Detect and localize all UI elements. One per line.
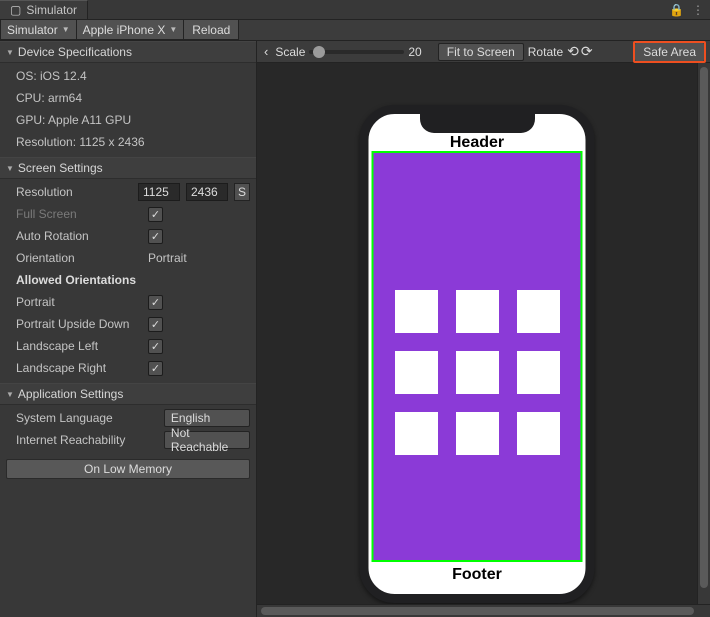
- scrollbar-thumb[interactable]: [261, 607, 694, 615]
- scale-value: 20: [408, 45, 421, 59]
- landscape-left-label: Landscape Left: [16, 339, 148, 353]
- landscape-right-checkbox[interactable]: ✓: [148, 361, 163, 376]
- scrollbar-thumb[interactable]: [700, 67, 708, 588]
- grid-cell: [517, 351, 560, 394]
- internet-reachability-value: Not Reachable: [171, 426, 243, 454]
- sidebar: ▼ Device Specifications OS: iOS 12.4 CPU…: [0, 41, 257, 617]
- section-title: Device Specifications: [18, 45, 132, 59]
- preview-canvas[interactable]: Header: [257, 63, 697, 604]
- spec-resolution: Resolution: 1125 x 2436: [16, 135, 145, 149]
- mode-dropdown[interactable]: Simulator ▼: [0, 20, 77, 40]
- auto-rotation-checkbox[interactable]: ✓: [148, 229, 163, 244]
- portrait-upside-down-label: Portrait Upside Down: [16, 317, 148, 331]
- grid-cell: [456, 290, 499, 333]
- foldout-icon: ▼: [6, 164, 14, 173]
- scale-label: Scale: [275, 45, 305, 59]
- safe-area-button[interactable]: Safe Area: [635, 43, 704, 61]
- reload-label: Reload: [192, 23, 230, 37]
- more-icon[interactable]: ⋮: [692, 3, 704, 17]
- portrait-upside-down-checkbox[interactable]: ✓: [148, 317, 163, 332]
- chevron-down-icon: ▼: [169, 25, 177, 34]
- section-device-specs[interactable]: ▼ Device Specifications: [0, 41, 256, 63]
- resolution-height-input[interactable]: [186, 183, 228, 201]
- resolution-width-input[interactable]: [138, 183, 180, 201]
- resolution-set-button[interactable]: S: [234, 183, 250, 201]
- foldout-icon: ▼: [6, 390, 14, 399]
- resolution-label: Resolution: [16, 185, 138, 199]
- foldout-icon: ▼: [6, 48, 14, 57]
- titlebar: ▢ Simulator 🔒 ⋮: [0, 0, 710, 20]
- landscape-left-checkbox[interactable]: ✓: [148, 339, 163, 354]
- section-screen-settings[interactable]: ▼ Screen Settings: [0, 157, 256, 179]
- system-language-dropdown[interactable]: English: [164, 409, 250, 427]
- app-icon-grid: [395, 290, 560, 455]
- safe-area-rect: [372, 151, 583, 562]
- chevron-down-icon: ▼: [62, 25, 70, 34]
- portrait-label: Portrait: [16, 295, 148, 309]
- full-screen-checkbox[interactable]: ✓: [148, 207, 163, 222]
- scale-slider[interactable]: [309, 43, 404, 61]
- spec-cpu: CPU: arm64: [16, 91, 82, 105]
- device-notch: [420, 113, 535, 133]
- on-low-memory-button[interactable]: On Low Memory: [6, 459, 250, 479]
- grid-cell: [395, 412, 438, 455]
- slider-thumb[interactable]: [313, 46, 325, 58]
- system-language-value: English: [171, 411, 210, 425]
- app-footer: Footer: [369, 566, 586, 584]
- scrollbar-horizontal[interactable]: [257, 604, 710, 617]
- internet-reachability-label: Internet Reachability: [16, 433, 164, 447]
- section-title: Screen Settings: [18, 161, 103, 175]
- fit-to-screen-label: Fit to Screen: [447, 45, 515, 59]
- orientation-value: Portrait: [148, 251, 187, 265]
- rotate-ccw-icon[interactable]: ⟲: [567, 43, 579, 60]
- scrollbar-vertical[interactable]: [697, 63, 710, 604]
- portrait-checkbox[interactable]: ✓: [148, 295, 163, 310]
- toolbar: Simulator ▼ Apple iPhone X ▼ Reload: [0, 20, 710, 41]
- grid-cell: [395, 351, 438, 394]
- app-header: Header: [369, 134, 586, 152]
- device-label: Apple iPhone X: [83, 23, 166, 37]
- preview-panel: ‹ Scale 20 Fit to Screen Rotate ⟲ ⟳: [257, 41, 710, 617]
- allowed-orientations-label: Allowed Orientations: [16, 273, 148, 287]
- device-frame: Header: [360, 105, 595, 603]
- grid-cell: [517, 290, 560, 333]
- landscape-right-label: Landscape Right: [16, 361, 148, 375]
- fit-to-screen-button[interactable]: Fit to Screen: [438, 43, 524, 61]
- device-dropdown[interactable]: Apple iPhone X ▼: [77, 20, 185, 40]
- grid-cell: [456, 412, 499, 455]
- safe-area-highlight: Safe Area: [633, 41, 706, 63]
- internet-reachability-dropdown[interactable]: Not Reachable: [164, 431, 250, 449]
- tab-title: Simulator: [26, 3, 77, 17]
- section-title: Application Settings: [18, 387, 123, 401]
- rotate-cw-icon[interactable]: ⟳: [581, 43, 593, 60]
- orientation-label: Orientation: [16, 251, 148, 265]
- grid-cell: [517, 412, 560, 455]
- lock-icon[interactable]: 🔒: [669, 3, 684, 17]
- safe-area-label: Safe Area: [643, 45, 696, 59]
- reload-button[interactable]: Reload: [184, 20, 239, 40]
- back-icon[interactable]: ‹: [261, 44, 271, 59]
- window-tab[interactable]: ▢ Simulator: [0, 0, 88, 19]
- rotate-label: Rotate: [528, 45, 563, 59]
- spec-gpu: GPU: Apple A11 GPU: [16, 113, 131, 127]
- grid-cell: [395, 290, 438, 333]
- section-application-settings[interactable]: ▼ Application Settings: [0, 383, 256, 405]
- full-screen-label: Full Screen: [16, 207, 148, 221]
- system-language-label: System Language: [16, 411, 164, 425]
- auto-rotation-label: Auto Rotation: [16, 229, 148, 243]
- on-low-memory-label: On Low Memory: [84, 462, 172, 476]
- mode-label: Simulator: [7, 23, 58, 37]
- grid-cell: [456, 351, 499, 394]
- preview-toolbar: ‹ Scale 20 Fit to Screen Rotate ⟲ ⟳: [257, 41, 710, 63]
- spec-os: OS: iOS 12.4: [16, 69, 87, 83]
- simulator-icon: ▢: [10, 4, 21, 16]
